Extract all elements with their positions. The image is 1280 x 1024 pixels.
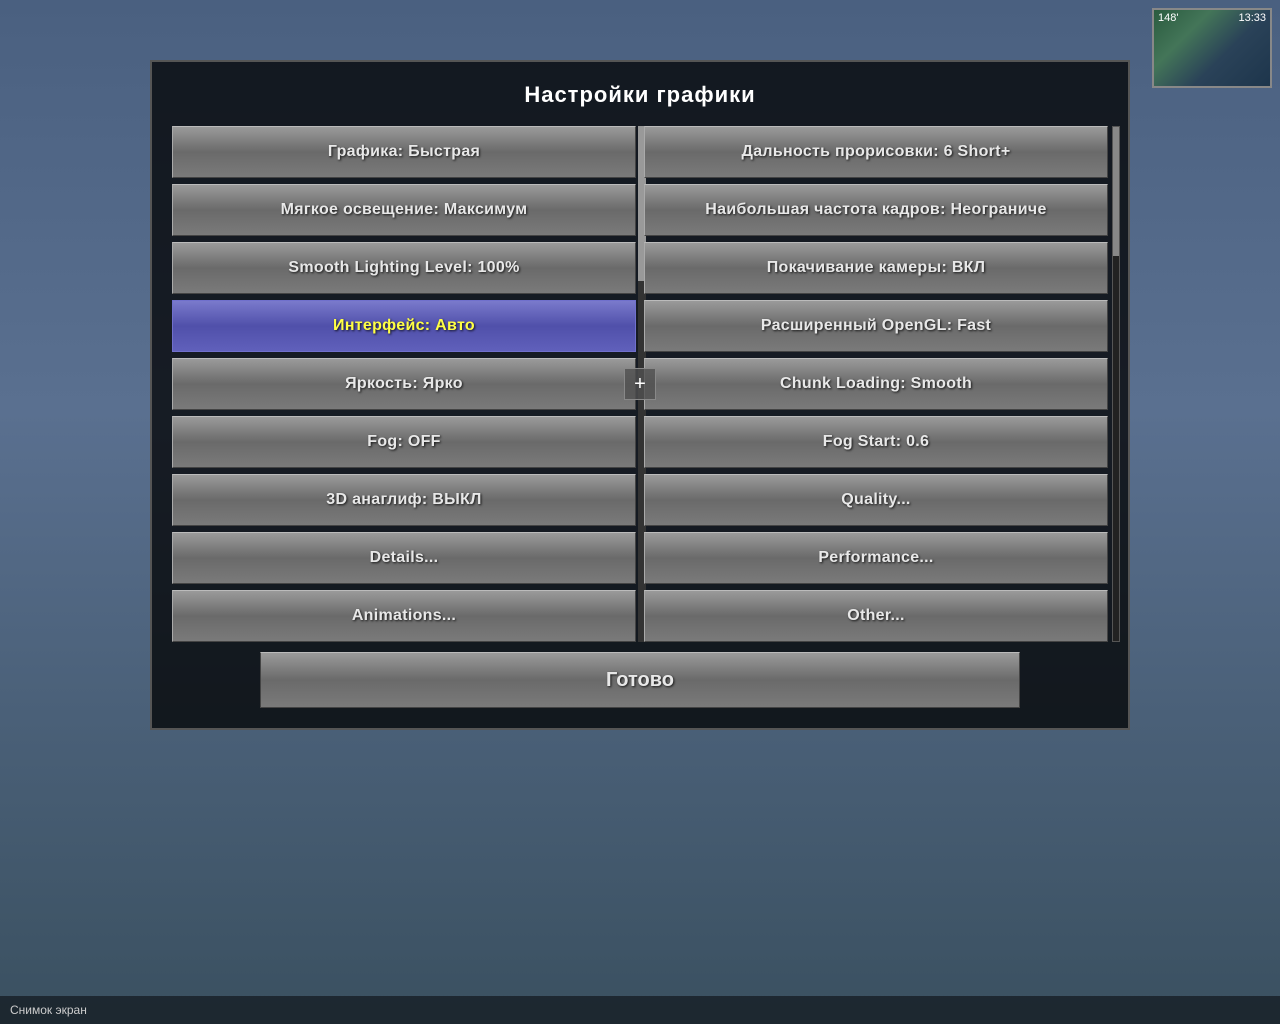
done-button[interactable]: Готово xyxy=(260,652,1020,708)
right-btn-other[interactable]: Other... xyxy=(644,590,1108,642)
left-btn-interface[interactable]: Интерфейс: Авто xyxy=(172,300,636,352)
left-btn-details[interactable]: Details... xyxy=(172,532,636,584)
right-btn-camera-bobbing[interactable]: Покачивание камеры: ВКЛ xyxy=(644,242,1108,294)
status-bar: Снимок экран xyxy=(0,996,1280,1024)
screenshot-label: Снимок экран xyxy=(10,1003,87,1017)
plus-button[interactable]: + xyxy=(624,368,656,400)
right-scrollbar[interactable] xyxy=(1112,126,1120,642)
settings-panel: Настройки графики Графика: Быстрая Мягкое… xyxy=(150,60,1130,730)
left-btn-soft-lighting[interactable]: Мягкое освещение: Максимум xyxy=(172,184,636,236)
left-btn-brightness[interactable]: Яркость: Ярко xyxy=(172,358,636,410)
right-column: Дальность прорисовки: 6 Short+ Наибольшая… xyxy=(644,126,1108,642)
right-btn-max-fps[interactable]: Наибольшая частота кадров: Неограниче xyxy=(644,184,1108,236)
right-btn-fog-start[interactable]: Fog Start: 0.6 xyxy=(644,416,1108,468)
left-btn-animations[interactable]: Animations... xyxy=(172,590,636,642)
right-btn-advanced-opengl[interactable]: Расширенный OpenGL: Fast xyxy=(644,300,1108,352)
minimap-distance: 148' xyxy=(1158,12,1178,24)
right-btn-performance[interactable]: Performance... xyxy=(644,532,1108,584)
minimap: 148' 13:33 xyxy=(1152,8,1272,88)
columns-container: Графика: Быстрая Мягкое освещение: Максим… xyxy=(172,126,1108,642)
left-btn-smooth-lighting-level[interactable]: Smooth Lighting Level: 100% xyxy=(172,242,636,294)
right-scrollbar-thumb[interactable] xyxy=(1113,127,1119,256)
left-column: Графика: Быстрая Мягкое освещение: Максим… xyxy=(172,126,636,642)
left-btn-fog[interactable]: Fog: OFF xyxy=(172,416,636,468)
right-btn-chunk-loading[interactable]: Chunk Loading: Smooth xyxy=(644,358,1108,410)
right-btn-quality[interactable]: Quality... xyxy=(644,474,1108,526)
minimap-time: 13:33 xyxy=(1238,12,1266,24)
panel-title: Настройки графики xyxy=(172,82,1108,108)
left-btn-3d-anaglyph[interactable]: 3D анаглиф: ВЫКЛ xyxy=(172,474,636,526)
left-btn-graphics[interactable]: Графика: Быстрая xyxy=(172,126,636,178)
right-btn-render-distance[interactable]: Дальность прорисовки: 6 Short+ xyxy=(644,126,1108,178)
done-button-container: Готово xyxy=(172,652,1108,708)
